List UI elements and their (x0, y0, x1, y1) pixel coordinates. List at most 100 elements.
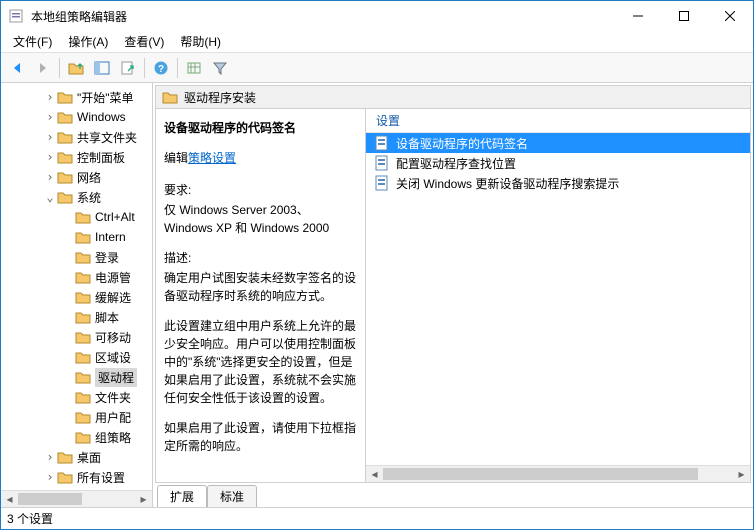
tree-item[interactable]: ›Windows (1, 107, 152, 127)
requirements-label: 要求: (164, 181, 357, 199)
menu-file[interactable]: 文件(F) (7, 31, 58, 52)
tree-item[interactable]: 登录 (1, 247, 152, 267)
tree-item[interactable]: 可移动 (1, 327, 152, 347)
back-button[interactable] (5, 56, 29, 80)
policy-icon (374, 175, 390, 191)
tree-twisty[interactable]: › (43, 450, 57, 464)
tree-item-label: 可移动 (95, 329, 131, 346)
settings-list-item[interactable]: 配置驱动程序查找位置 (366, 153, 750, 173)
description-title: 设备驱动程序的代码签名 (164, 119, 357, 137)
tree-item-label: 所有设置 (77, 469, 125, 486)
tree-hscrollbar[interactable]: ◂ ▸ (1, 490, 152, 507)
status-bar: 3 个设置 (1, 507, 753, 529)
folder-icon (57, 189, 73, 205)
menubar: 文件(F) 操作(A) 查看(V) 帮助(H) (1, 31, 753, 53)
help-button[interactable]: ? (149, 56, 173, 80)
tree-twisty[interactable]: › (43, 90, 57, 104)
menu-help[interactable]: 帮助(H) (174, 31, 227, 52)
tree-item-label: 登录 (95, 249, 119, 266)
tree-body[interactable]: ›"开始"菜单›Windows›共享文件夹›控制面板›网络⌄系统Ctrl+Alt… (1, 83, 152, 490)
tree-twisty[interactable]: › (43, 170, 57, 184)
scroll-thumb[interactable] (18, 493, 82, 505)
folder-icon (75, 309, 91, 325)
up-button[interactable] (64, 56, 88, 80)
tree-item[interactable]: 驱动程 (1, 367, 152, 387)
tree-item[interactable]: ›网络 (1, 167, 152, 187)
tree-item[interactable]: 组策略 (1, 427, 152, 447)
scroll-track[interactable] (18, 491, 135, 507)
tree-item-label: Intern (95, 230, 126, 244)
tree-item[interactable]: ›控制面板 (1, 147, 152, 167)
folder-icon (57, 149, 73, 165)
maximize-button[interactable] (661, 1, 707, 31)
content-header: 驱动程序安装 (155, 85, 751, 109)
tree-item-label: 共享文件夹 (77, 129, 137, 146)
tree-item[interactable]: 文件夹 (1, 387, 152, 407)
settings-column-header[interactable]: 设置 (366, 109, 750, 133)
options-button[interactable] (182, 56, 206, 80)
tree-item[interactable]: 脚本 (1, 307, 152, 327)
tree-item-label: 桌面 (77, 449, 101, 466)
scroll-left-icon[interactable]: ◂ (1, 491, 18, 508)
tree-twisty[interactable]: › (43, 150, 57, 164)
tree-twisty[interactable]: › (43, 470, 57, 484)
scroll-track[interactable] (383, 466, 733, 482)
settings-list-item[interactable]: 设备驱动程序的代码签名 (366, 133, 750, 153)
list-hscrollbar[interactable]: ◂ ▸ (366, 465, 750, 482)
tree-item[interactable]: 缓解选 (1, 287, 152, 307)
tree-item[interactable]: › 共享文件夹 (1, 127, 152, 147)
policy-icon (374, 155, 390, 171)
requirements-body: 仅 Windows Server 2003、Windows XP 和 Windo… (164, 201, 357, 237)
edit-policy-link[interactable]: 策略设置 (188, 151, 236, 165)
toolbar-separator (144, 58, 145, 78)
description-pane: 设备驱动程序的代码签名 编辑策略设置 要求: 仅 Windows Server … (156, 109, 366, 482)
forward-button[interactable] (31, 56, 55, 80)
description-body-2: 此设置建立组中用户系统上允许的最少安全响应。用户可以使用控制面板中的"系统"选择… (164, 317, 357, 407)
tree-item-label: 组策略 (95, 429, 131, 446)
settings-list-item[interactable]: 关闭 Windows 更新设备驱动程序搜索提示 (366, 173, 750, 193)
tab-standard[interactable]: 标准 (207, 485, 257, 507)
tree-item[interactable]: 电源管 (1, 267, 152, 287)
menu-view[interactable]: 查看(V) (118, 31, 170, 52)
toolbar: ? (1, 53, 753, 83)
policy-icon (374, 135, 390, 151)
tree-twisty[interactable]: ⌄ (43, 190, 57, 204)
tree-twisty[interactable]: › (43, 130, 57, 144)
app-icon (9, 8, 25, 24)
tree-item[interactable]: 区域设 (1, 347, 152, 367)
tree-twisty[interactable]: › (43, 110, 57, 124)
minimize-button[interactable] (615, 1, 661, 31)
scroll-thumb[interactable] (383, 468, 698, 480)
scroll-right-icon[interactable]: ▸ (135, 491, 152, 508)
folder-icon (57, 89, 73, 105)
settings-list-body[interactable]: 设备驱动程序的代码签名配置驱动程序查找位置关闭 Windows 更新设备驱动程序… (366, 133, 750, 465)
folder-icon (57, 129, 73, 145)
tree-item-label: "开始"菜单 (77, 89, 134, 106)
titlebar: 本地组策略编辑器 (1, 1, 753, 31)
folder-icon (75, 229, 91, 245)
tree-item[interactable]: › 桌面 (1, 447, 152, 467)
tree-item[interactable]: › "开始"菜单 (1, 87, 152, 107)
export-list-button[interactable] (116, 56, 140, 80)
scroll-left-icon[interactable]: ◂ (366, 466, 383, 482)
folder-icon (75, 409, 91, 425)
tree-item[interactable]: › 所有设置 (1, 467, 152, 487)
menu-action[interactable]: 操作(A) (62, 31, 114, 52)
show-hide-tree-button[interactable] (90, 56, 114, 80)
folder-icon (75, 269, 91, 285)
close-button[interactable] (707, 1, 753, 31)
folder-icon (75, 349, 91, 365)
tree-item[interactable]: Intern (1, 227, 152, 247)
settings-item-label: 配置驱动程序查找位置 (396, 155, 516, 172)
tree-item[interactable]: ⌄系统 (1, 187, 152, 207)
scroll-right-icon[interactable]: ▸ (733, 466, 750, 482)
tree-item-label: 缓解选 (95, 289, 131, 306)
tree-item[interactable]: Ctrl+Alt (1, 207, 152, 227)
filter-button[interactable] (208, 56, 232, 80)
tree-item[interactable]: 用户配 (1, 407, 152, 427)
settings-item-label: 关闭 Windows 更新设备驱动程序搜索提示 (396, 175, 619, 192)
tab-extended[interactable]: 扩展 (157, 485, 207, 507)
folder-icon (57, 469, 73, 485)
description-body-1: 确定用户试图安装未经数字签名的设备驱动程序时系统的响应方式。 (164, 269, 357, 305)
folder-icon (75, 329, 91, 345)
